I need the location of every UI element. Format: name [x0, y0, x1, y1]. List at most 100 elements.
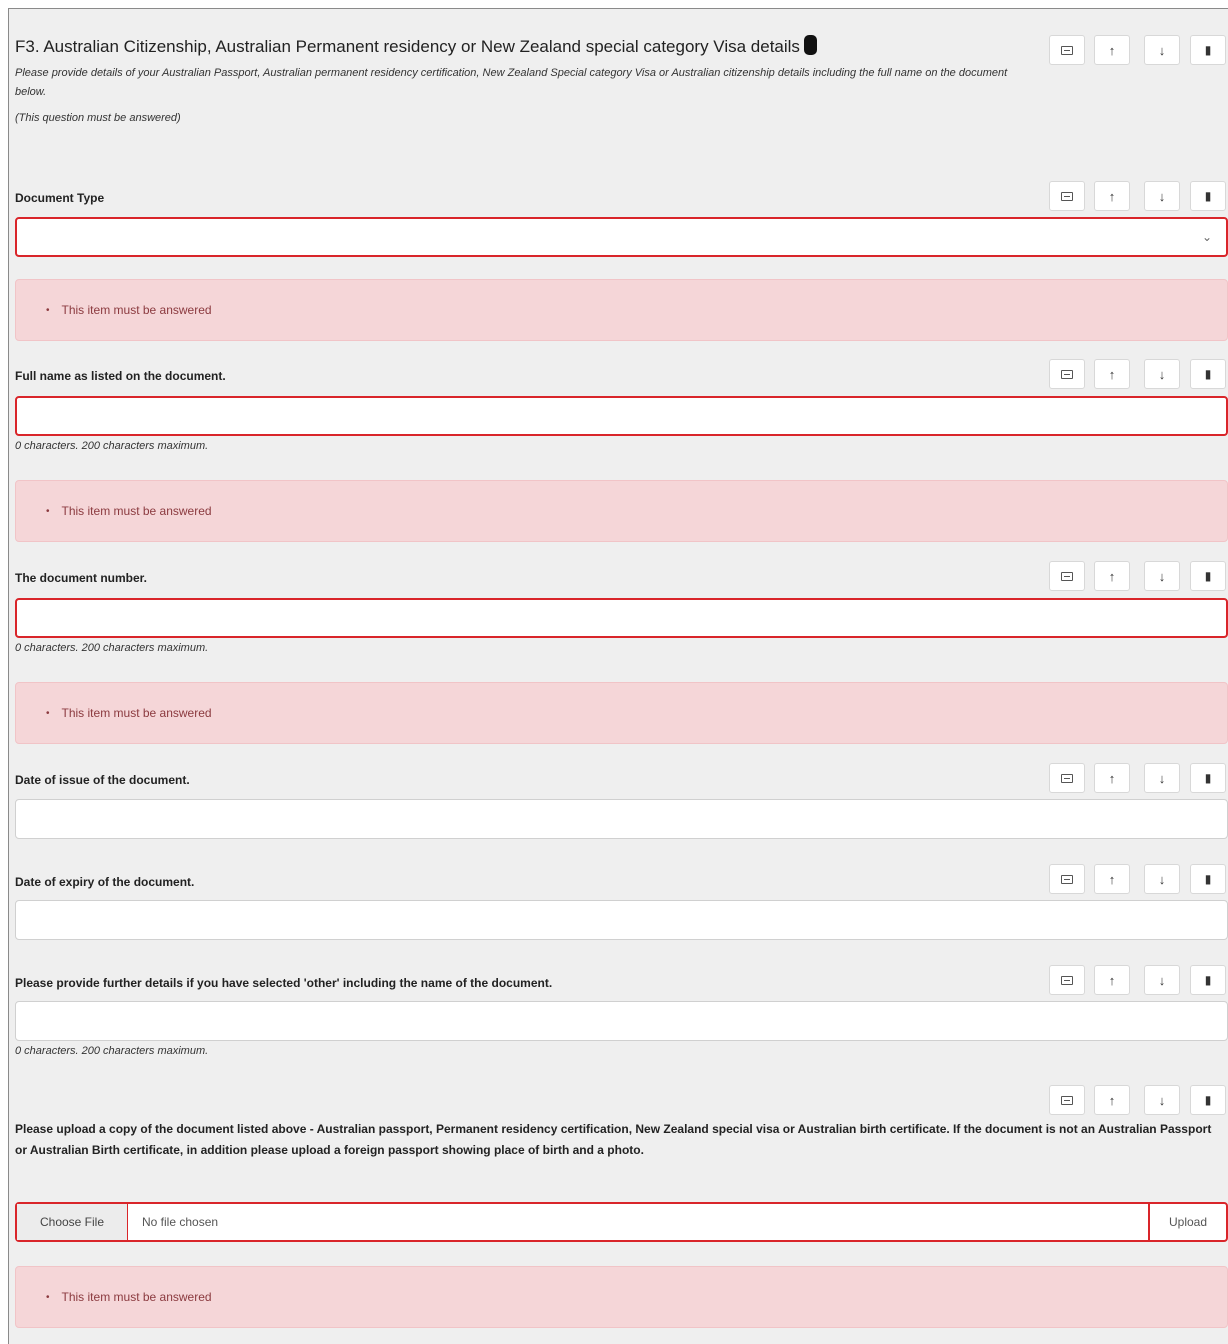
further-details-char-counter: 0 characters. 200 characters maximum. [15, 1045, 209, 1057]
move-down-button[interactable]: ↓ [1144, 864, 1180, 894]
trash-icon: ▮ [1204, 771, 1212, 785]
validation-message: This item must be answered [61, 504, 212, 518]
arrow-down-icon: ↓ [1158, 1092, 1166, 1108]
arrow-up-icon: ↑ [1108, 871, 1116, 887]
document-type-select[interactable]: ⌄ [15, 217, 1228, 257]
layout-button[interactable] [1049, 1085, 1085, 1115]
file-upload-control: Choose File No file chosen Upload [15, 1202, 1228, 1242]
required-note: (This question must be answered) [15, 112, 181, 124]
trash-icon: ▮ [1204, 189, 1212, 203]
move-up-button[interactable]: ↑ [1094, 864, 1130, 894]
arrow-up-icon: ↑ [1108, 366, 1116, 382]
document-number-char-counter: 0 characters. 200 characters maximum. [15, 642, 209, 654]
arrow-down-icon: ↓ [1158, 366, 1166, 382]
bullet: • [46, 1291, 50, 1303]
move-down-button[interactable]: ↓ [1144, 181, 1180, 211]
date-issue-label: Date of issue of the document. [15, 773, 190, 787]
trash-icon: ▮ [1204, 367, 1212, 381]
section-title: F3. Australian Citizenship, Australian P… [15, 35, 817, 57]
move-up-button[interactable]: ↑ [1094, 763, 1130, 793]
validation-alert: • This item must be answered [15, 682, 1228, 744]
validation-alert: • This item must be answered [15, 1266, 1228, 1328]
arrow-up-icon: ↑ [1108, 770, 1116, 786]
choose-file-button[interactable]: Choose File [17, 1204, 128, 1240]
full-name-input[interactable] [15, 396, 1228, 436]
delete-button[interactable]: ▮ [1190, 864, 1226, 894]
bullet: • [46, 707, 50, 719]
move-up-button[interactable]: ↑ [1094, 561, 1130, 591]
delete-button[interactable]: ▮ [1190, 35, 1226, 65]
validation-message: This item must be answered [61, 706, 212, 720]
arrow-down-icon: ↓ [1158, 568, 1166, 584]
arrow-down-icon: ↓ [1158, 871, 1166, 887]
date-expiry-input[interactable] [15, 900, 1228, 940]
trash-icon: ▮ [1204, 569, 1212, 583]
validation-message: This item must be answered [61, 1290, 212, 1304]
grid-icon [1061, 191, 1073, 201]
date-issue-input[interactable] [15, 799, 1228, 839]
grid-icon [1061, 773, 1073, 783]
arrow-down-icon: ↓ [1158, 188, 1166, 204]
grid-icon [1061, 369, 1073, 379]
arrow-down-icon: ↓ [1158, 972, 1166, 988]
delete-button[interactable]: ▮ [1190, 561, 1226, 591]
document-number-input[interactable] [15, 598, 1228, 638]
arrow-up-icon: ↑ [1108, 1092, 1116, 1108]
layout-button[interactable] [1049, 181, 1085, 211]
survey-form-panel: F3. Australian Citizenship, Australian P… [8, 8, 1228, 1344]
full-name-char-counter: 0 characters. 200 characters maximum. [15, 440, 209, 452]
grid-icon [1061, 571, 1073, 581]
move-down-button[interactable]: ↓ [1144, 965, 1180, 995]
validation-alert: • This item must be answered [15, 279, 1228, 341]
validation-alert: • This item must be answered [15, 480, 1228, 542]
section-title-text: F3. Australian Citizenship, Australian P… [15, 37, 800, 56]
arrow-up-icon: ↑ [1108, 972, 1116, 988]
trash-icon: ▮ [1204, 872, 1212, 886]
date-expiry-label: Date of expiry of the document. [15, 875, 195, 889]
delete-button[interactable]: ▮ [1190, 181, 1226, 211]
layout-button[interactable] [1049, 965, 1085, 995]
delete-button[interactable]: ▮ [1190, 1085, 1226, 1115]
help-icon[interactable] [803, 35, 817, 55]
upload-button[interactable]: Upload [1148, 1204, 1226, 1240]
chevron-down-icon: ⌄ [1201, 230, 1212, 244]
validation-message: This item must be answered [61, 303, 212, 317]
bullet: • [46, 304, 50, 316]
trash-icon: ▮ [1204, 1093, 1212, 1107]
grid-icon [1061, 874, 1073, 884]
arrow-up-icon: ↑ [1108, 568, 1116, 584]
move-up-button[interactable]: ↑ [1094, 1085, 1130, 1115]
grid-icon [1061, 975, 1073, 985]
move-up-button[interactable]: ↑ [1094, 965, 1130, 995]
move-up-button[interactable]: ↑ [1094, 181, 1130, 211]
arrow-up-icon: ↑ [1108, 188, 1116, 204]
full-name-label: Full name as listed on the document. [15, 369, 226, 383]
layout-button[interactable] [1049, 359, 1085, 389]
move-down-button[interactable]: ↓ [1144, 35, 1180, 65]
document-type-label: Document Type [15, 191, 105, 205]
delete-button[interactable]: ▮ [1190, 763, 1226, 793]
move-up-button[interactable]: ↑ [1094, 359, 1130, 389]
trash-icon: ▮ [1204, 973, 1212, 987]
layout-button[interactable] [1049, 864, 1085, 894]
delete-button[interactable]: ▮ [1190, 359, 1226, 389]
upload-label: Please upload a copy of the document lis… [15, 1122, 1212, 1157]
file-name-display: No file chosen [142, 1215, 219, 1229]
move-down-button[interactable]: ↓ [1144, 763, 1180, 793]
move-down-button[interactable]: ↓ [1144, 359, 1180, 389]
section-description: Please provide details of your Australia… [15, 67, 1008, 98]
further-details-label: Please provide further details if you ha… [15, 976, 553, 990]
arrow-up-icon: ↑ [1108, 42, 1116, 58]
delete-button[interactable]: ▮ [1190, 965, 1226, 995]
further-details-input[interactable] [15, 1001, 1228, 1041]
move-up-button[interactable]: ↑ [1094, 35, 1130, 65]
layout-button[interactable] [1049, 561, 1085, 591]
trash-icon: ▮ [1204, 43, 1212, 57]
layout-button[interactable] [1049, 35, 1085, 65]
grid-icon [1061, 45, 1073, 55]
document-number-label: The document number. [15, 571, 148, 585]
move-down-button[interactable]: ↓ [1144, 561, 1180, 591]
grid-icon [1061, 1095, 1073, 1105]
move-down-button[interactable]: ↓ [1144, 1085, 1180, 1115]
layout-button[interactable] [1049, 763, 1085, 793]
